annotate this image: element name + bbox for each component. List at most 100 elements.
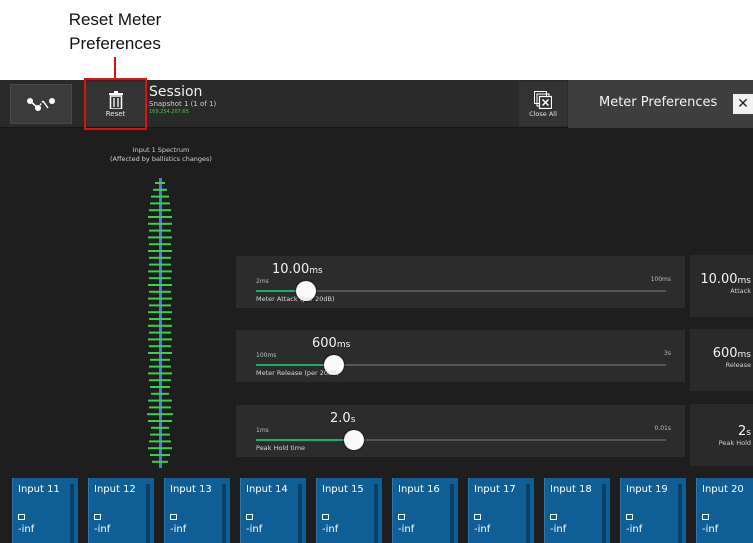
close-button[interactable]: ✕ [733, 94, 753, 114]
attack-slider[interactable] [256, 281, 666, 301]
channel-meter [146, 484, 150, 543]
peak-hold-slider-fill [256, 439, 354, 441]
session-ip: 169.254.207.65 [149, 109, 189, 115]
channel-input-19[interactable]: Input 19 -inf [620, 478, 686, 543]
spectrum-title: Input 1 Spectrum (Affected by ballistics… [96, 146, 226, 164]
channel-meter [602, 484, 606, 543]
channel-name: Input 17 [474, 484, 516, 495]
spectrum-band [149, 277, 171, 280]
channel-input-11[interactable]: Input 11 -inf [12, 478, 78, 543]
peak-hold-value-caption: Peak Hold [718, 439, 751, 447]
channel-badge-icon [18, 514, 25, 520]
spectrum-band [149, 263, 171, 266]
channel-level: -inf [94, 524, 111, 535]
channel-name: Input 14 [246, 484, 288, 495]
spectrum-band [148, 216, 172, 218]
channel-level: -inf [322, 524, 339, 535]
channel-name: Input 16 [398, 484, 440, 495]
channel-input-15[interactable]: Input 15 -inf [316, 478, 382, 543]
channel-badge-icon [94, 514, 101, 520]
close-all-button[interactable]: Close All [519, 82, 567, 126]
attack-min-label: 2ms [256, 278, 269, 285]
channel-meter [526, 484, 530, 543]
annotation-callout: Reset Meter Preferences [40, 8, 190, 56]
attack-value: 10.00ms [700, 272, 751, 287]
spectrum-band [151, 426, 169, 429]
spectrum-band [150, 454, 170, 456]
channel-meter [374, 484, 378, 543]
release-slider-fill [256, 364, 334, 366]
spectrum-band [149, 209, 171, 212]
spectrum-band [148, 236, 172, 239]
channel-level: -inf [170, 524, 187, 535]
routing-button[interactable] [10, 84, 72, 124]
channel-badge-icon [626, 514, 633, 520]
channel-input-13[interactable]: Input 13 -inf [164, 478, 230, 543]
channel-meter [450, 484, 454, 543]
spectrum-band [150, 386, 170, 388]
release-value: 600ms [712, 346, 751, 361]
spectrum-band [150, 202, 170, 205]
spectrum-band [149, 379, 171, 382]
channel-level: -inf [398, 524, 415, 535]
channel-level: -inf [626, 524, 643, 535]
channel-input-18[interactable]: Input 18 -inf [544, 478, 610, 543]
pref-row-attack: 2ms 10.00ms 100ms Meter Attack (per 20dB… [236, 256, 685, 308]
channel-badge-icon [322, 514, 329, 520]
release-min-label: 100ms [256, 352, 277, 359]
spectrum-band [149, 256, 171, 259]
release-name-label: Meter Release (per 20dB) [256, 369, 340, 377]
spectrum-band [148, 447, 172, 450]
spectrum-band [149, 243, 171, 246]
channel-meter [298, 484, 302, 543]
attack-max-label: 100ms [650, 276, 671, 283]
channel-meter [70, 484, 74, 543]
spectrum-band [148, 352, 172, 354]
session-title: Session [149, 84, 203, 100]
spectrum-band [149, 318, 171, 320]
spectrum-band [148, 420, 172, 422]
channel-name: Input 11 [18, 484, 60, 495]
channel-strip: Input 11 -inf Input 12 -inf Input 13 -inf I… [0, 478, 753, 543]
channel-name: Input 13 [170, 484, 212, 495]
peak-hold-slider[interactable] [256, 430, 666, 450]
attack-current-value: 10.00ms [272, 262, 323, 277]
channel-level: -inf [702, 524, 719, 535]
channel-name: Input 18 [550, 484, 592, 495]
spectrum-title-line2: (Affected by ballistics changes) [110, 155, 212, 163]
spectrum-band [153, 188, 167, 191]
spectrum-band [148, 270, 172, 273]
spectrum-band [149, 406, 171, 409]
channel-badge-icon [246, 514, 253, 520]
spectrum-band [149, 229, 171, 232]
channel-input-20[interactable]: Input 20 -inf [696, 478, 753, 543]
spectrum-band [149, 440, 171, 443]
session-subtitle: Snapshot 1 (1 of 1) [149, 100, 217, 108]
channel-badge-icon [170, 514, 177, 520]
channel-input-16[interactable]: Input 16 -inf [392, 478, 458, 543]
meter-preferences-header: Meter Preferences ✕ [568, 80, 753, 128]
spectrum-band [149, 365, 171, 368]
channel-meter [678, 484, 682, 543]
close-all-label: Close All [529, 109, 557, 118]
peak-hold-min-label: 1ms [256, 427, 269, 434]
channel-input-14[interactable]: Input 14 -inf [240, 478, 306, 543]
peak-hold-slider-knob[interactable] [344, 430, 364, 450]
release-value-caption: Release [725, 361, 751, 369]
spectrum-band [148, 399, 172, 402]
spectrum-meter [147, 178, 173, 468]
annotation-label: Reset Meter Preferences [68, 10, 162, 53]
channel-meter [222, 484, 226, 543]
spectrum-spine [159, 178, 162, 468]
peak-hold-max-label: 0.01s [654, 425, 672, 432]
channel-input-17[interactable]: Input 17 -inf [468, 478, 534, 543]
channel-input-12[interactable]: Input 12 -inf [88, 478, 154, 543]
annotation-highlight-box [84, 78, 147, 130]
attack-value-box: 10.00ms Attack [690, 255, 753, 317]
session-info[interactable]: Session Snapshot 1 (1 of 1) 169.254.207.… [149, 84, 216, 116]
release-slider[interactable] [256, 355, 666, 375]
channel-badge-icon [398, 514, 405, 520]
routing-icon [27, 98, 55, 111]
attack-value-caption: Attack [730, 287, 751, 295]
spectrum-band [148, 372, 172, 375]
